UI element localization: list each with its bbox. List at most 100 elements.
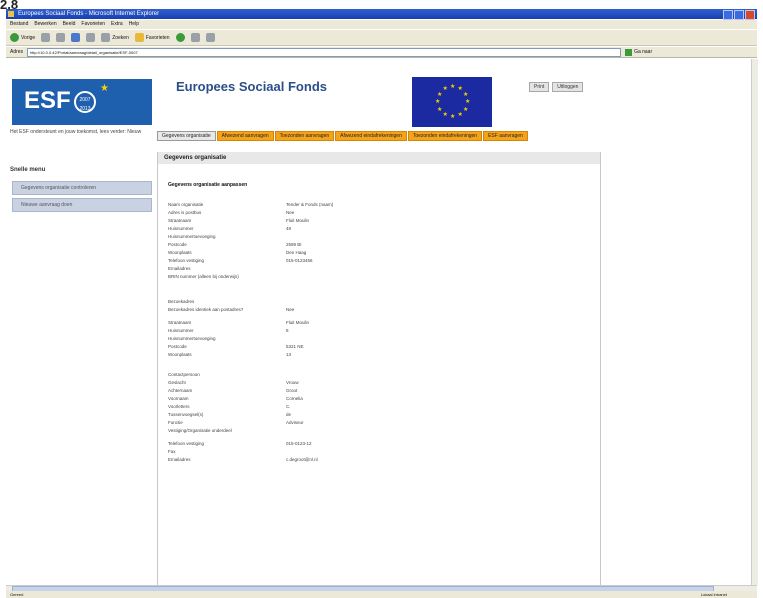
home-button[interactable] xyxy=(86,33,96,42)
field-row: Bezoekadres identiek aan postadres? Nee xyxy=(168,307,600,320)
home-icon xyxy=(86,33,96,42)
field-label: Emailadres xyxy=(168,266,191,271)
field-label: Huisnummer xyxy=(168,328,194,333)
field-row: Tussenvoegsel(s) de xyxy=(168,412,600,420)
go-button[interactable]: Ga naar xyxy=(625,48,652,56)
mail-icon xyxy=(190,33,200,42)
menu-item[interactable]: Beeld xyxy=(63,20,76,29)
mail-button[interactable] xyxy=(190,33,200,42)
esf-logo[interactable]: ESF 2007 2013 ★ xyxy=(12,79,152,125)
field-label: Voornaam xyxy=(168,396,189,401)
field-label: Huisnummer xyxy=(168,226,194,231)
eu-star-icon: ★ xyxy=(442,86,448,92)
refresh-icon xyxy=(71,33,81,42)
field-label: Woonplaats xyxy=(168,250,192,255)
back-button[interactable]: Vorige xyxy=(10,33,35,42)
print-button[interactable] xyxy=(205,33,215,42)
menu-item[interactable]: Favorieten xyxy=(81,20,105,29)
sidebar-item-nieuwe-aanvraag[interactable]: Nieuwe aanvraag doen xyxy=(12,198,152,212)
visit-address-fields: Bezoekadres Bezoekadres identiek aan post… xyxy=(168,299,600,360)
status-bar: Gereed Lokaal intranet xyxy=(6,591,757,598)
tab-item[interactable]: Toezonden aanvragen xyxy=(274,131,335,141)
field-value: Fluit Moulin xyxy=(286,320,310,325)
vertical-scrollbar[interactable] xyxy=(751,59,758,585)
field-label: Bezoekadres xyxy=(168,299,195,304)
field-row: Woonplaats 13 xyxy=(168,352,600,360)
field-label: Functie xyxy=(168,420,183,425)
field-row: Straatnaam Fluit Moulin xyxy=(168,218,600,226)
status-text: Gereed xyxy=(10,592,24,597)
field-row: Huisnummertoevoeging xyxy=(168,234,600,242)
stop-button[interactable] xyxy=(56,33,66,42)
field-value: Vrouw xyxy=(286,380,299,385)
print-icon xyxy=(205,33,215,42)
field-row: Voorletters C. xyxy=(168,404,600,412)
menu-item[interactable]: Bewerken xyxy=(34,20,56,29)
field-value: c.degroot@nl.nl xyxy=(286,457,318,462)
section-title: Gegevens organisatie aanpassen xyxy=(168,182,248,188)
window-titlebar: Europees Sociaal Fonds - Microsoft Inter… xyxy=(6,9,757,20)
eu-star-icon: ★ xyxy=(457,111,463,118)
search-button[interactable]: Zoeken xyxy=(101,33,129,42)
eu-star-icon: ★ xyxy=(437,106,443,113)
sidebar-intro: Het ESF ondersteunt en jouw toekomst, le… xyxy=(10,129,142,135)
logo-years: 2007 2013 xyxy=(74,91,96,113)
field-label: Vestiging/Organisatie onderdeel xyxy=(168,428,232,433)
field-row: Postcode 5321 NE xyxy=(168,344,600,352)
browser-toolbar: Vorige Zoeken Favorieten xyxy=(6,29,757,46)
minimize-icon[interactable] xyxy=(723,10,733,20)
field-label: Woonplaats xyxy=(168,352,192,357)
maximize-icon[interactable] xyxy=(734,10,744,20)
favorites-button[interactable]: Favorieten xyxy=(134,33,170,42)
eu-star-icon: ★ xyxy=(462,91,469,98)
sidebar-item-gegevens[interactable]: Gegevens organisatie controleren xyxy=(12,181,152,195)
field-row: Geslacht Vrouw xyxy=(168,380,600,388)
menu-item[interactable]: Bestand xyxy=(10,20,28,29)
field-value: de xyxy=(286,412,292,417)
history-button[interactable] xyxy=(175,33,185,42)
back-arrow-icon xyxy=(10,33,19,42)
field-label: Telefoon vestiging xyxy=(168,441,205,446)
print-page-button[interactable]: Print xyxy=(529,82,550,92)
close-icon[interactable] xyxy=(745,10,755,20)
menu-item[interactable]: Extra xyxy=(111,20,123,29)
field-label: Naam organisatie xyxy=(168,202,204,207)
forward-button[interactable] xyxy=(41,33,51,42)
field-label: Geslacht xyxy=(168,380,186,385)
address-input[interactable]: http://10.0.0.42/Portal/aanvraag/detail_… xyxy=(27,47,622,57)
field-row: Adres is postbus Nee xyxy=(168,210,600,218)
tab-item[interactable]: Gegevens organisatie xyxy=(157,131,216,141)
star-icon: ★ xyxy=(100,83,109,94)
ie-icon xyxy=(8,11,14,17)
field-row: Telefoon vestiging 015-0123-12 xyxy=(168,441,600,449)
address-label: Adres xyxy=(10,49,24,55)
window-controls xyxy=(723,10,755,20)
tab-item[interactable]: Afwezend aanvragen xyxy=(216,131,274,141)
tab-item[interactable]: ESF aanvragen xyxy=(483,131,528,141)
menu-bar: Bestand Bewerken Beeld Favorieten Extra Help xyxy=(6,20,757,29)
field-label: Postcode xyxy=(168,242,187,247)
field-value: Den Haag xyxy=(286,250,307,255)
menu-item[interactable]: Help xyxy=(129,20,139,29)
field-row: BRIN nummer (alleen bij onderwijs) xyxy=(168,274,600,287)
field-row: Vestiging/Organisatie onderdeel xyxy=(168,428,600,441)
tab-bar: Gegevens organisatie Afwezend aanvragen To… xyxy=(157,131,537,142)
field-row: Emailadres c.degroot@nl.nl xyxy=(168,457,600,465)
field-label: Bezoekadres identiek aan postadres? xyxy=(168,307,244,312)
field-row: Voornaam Cornelia xyxy=(168,396,600,404)
sidebar-heading: Snelle menu xyxy=(10,167,46,173)
field-row: Naam organisatie Tender & Fonds (naam) xyxy=(168,202,600,210)
field-label: Voorletters xyxy=(168,404,190,409)
field-row: Huisnummer 8 xyxy=(168,328,600,336)
field-label: Emailadres xyxy=(168,457,191,462)
header-buttons: Print Uitloggen xyxy=(529,82,584,92)
tab-item[interactable]: Toezonden eindafrekeningen xyxy=(407,131,483,141)
address-bar: Adres http://10.0.0.42/Portal/aanvraag/d… xyxy=(6,47,757,58)
tab-item[interactable]: Afwezend eindafrekeningen xyxy=(335,131,407,141)
field-row: Huisnummertoevoeging xyxy=(168,336,600,344)
refresh-button[interactable] xyxy=(71,33,81,42)
field-value: 48 xyxy=(286,226,292,231)
field-row: Emailadres xyxy=(168,266,600,274)
field-value: Nee xyxy=(286,307,295,312)
logout-button[interactable]: Uitloggen xyxy=(552,82,584,92)
